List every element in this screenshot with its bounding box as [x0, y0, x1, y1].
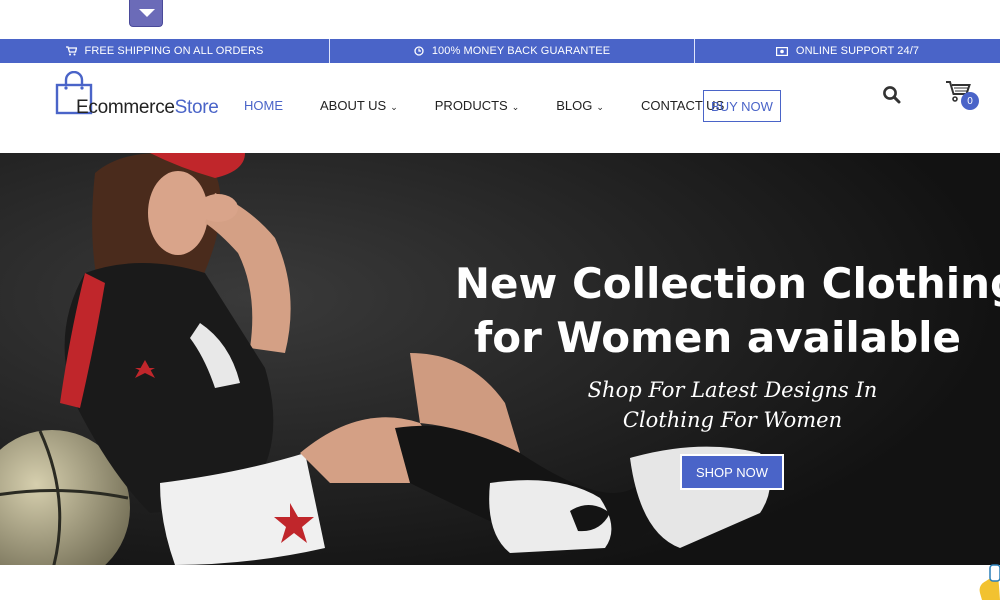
hero-title: New Collection Clothing for Women availa…	[430, 257, 1000, 365]
money-icon	[775, 46, 788, 56]
caret-down-icon	[139, 9, 155, 17]
hero-title-line1: New Collection Clothing	[454, 259, 1000, 308]
cart-count: 0	[967, 95, 973, 107]
buy-now-label: BUY NOW	[711, 98, 773, 114]
top-info-bar: FREE SHIPPING ON ALL ORDERS 100% MONEY B…	[0, 39, 1000, 63]
logo-text-part1: Ecommerce	[76, 97, 175, 118]
nav-products-label: PRODUCTS	[434, 98, 508, 113]
nav-about-label: ABOUT US	[320, 98, 387, 113]
nav-products[interactable]: PRODUCTS ⌄	[435, 98, 520, 113]
hero-banner: New Collection Clothing for Women availa…	[0, 153, 1000, 565]
chevron-down-icon: ⌄	[511, 101, 520, 112]
buy-now-button[interactable]: BUY NOW	[703, 90, 781, 122]
nav-blog-label: BLOG	[556, 98, 593, 113]
hero-title-line2: for Women available	[473, 313, 962, 362]
cart-icon	[65, 46, 77, 56]
logo-text: EcommerceStore	[76, 97, 219, 119]
nav-home[interactable]: HOME	[244, 98, 283, 113]
chevron-down-icon: ⌄	[596, 101, 604, 112]
hero-subtitle: Shop For Latest Designs In Clothing For …	[587, 378, 878, 432]
online-support-text: ONLINE SUPPORT 24/7	[795, 45, 920, 57]
site-header: EcommerceStore HOME ABOUT US ⌄ PRODUCTS ⌄ …	[0, 63, 1000, 153]
search-icon[interactable]	[882, 85, 902, 105]
shop-now-label: SHOP NOW	[696, 464, 768, 480]
clock-icon	[414, 46, 424, 56]
nav-about-us[interactable]: ABOUT US ⌄	[320, 98, 398, 113]
money-back-notice: 100% MONEY BACK GUARANTEE	[330, 39, 695, 63]
nav-home-label: HOME	[244, 98, 283, 113]
top-toggle-button[interactable]	[129, 0, 163, 27]
cart-count-badge: 0	[961, 92, 979, 110]
online-support-notice: ONLINE SUPPORT 24/7	[695, 39, 1000, 63]
free-shipping-notice: FREE SHIPPING ON ALL ORDERS	[0, 39, 330, 63]
free-shipping-text: FREE SHIPPING ON ALL ORDERS	[84, 45, 264, 57]
chevron-down-icon: ⌄	[390, 101, 398, 112]
main-nav: HOME ABOUT US ⌄ PRODUCTS ⌄ BLOG ⌄ CONTACT U…	[244, 98, 761, 113]
shop-now-button[interactable]: SHOP NOW	[680, 454, 784, 490]
chat-widget-icon[interactable]	[976, 563, 1000, 600]
logo-text-part2: Store	[174, 97, 219, 118]
site-logo[interactable]: EcommerceStore	[55, 71, 235, 121]
nav-blog[interactable]: BLOG ⌄	[556, 98, 604, 113]
money-back-text: 100% MONEY BACK GUARANTEE	[431, 45, 611, 57]
